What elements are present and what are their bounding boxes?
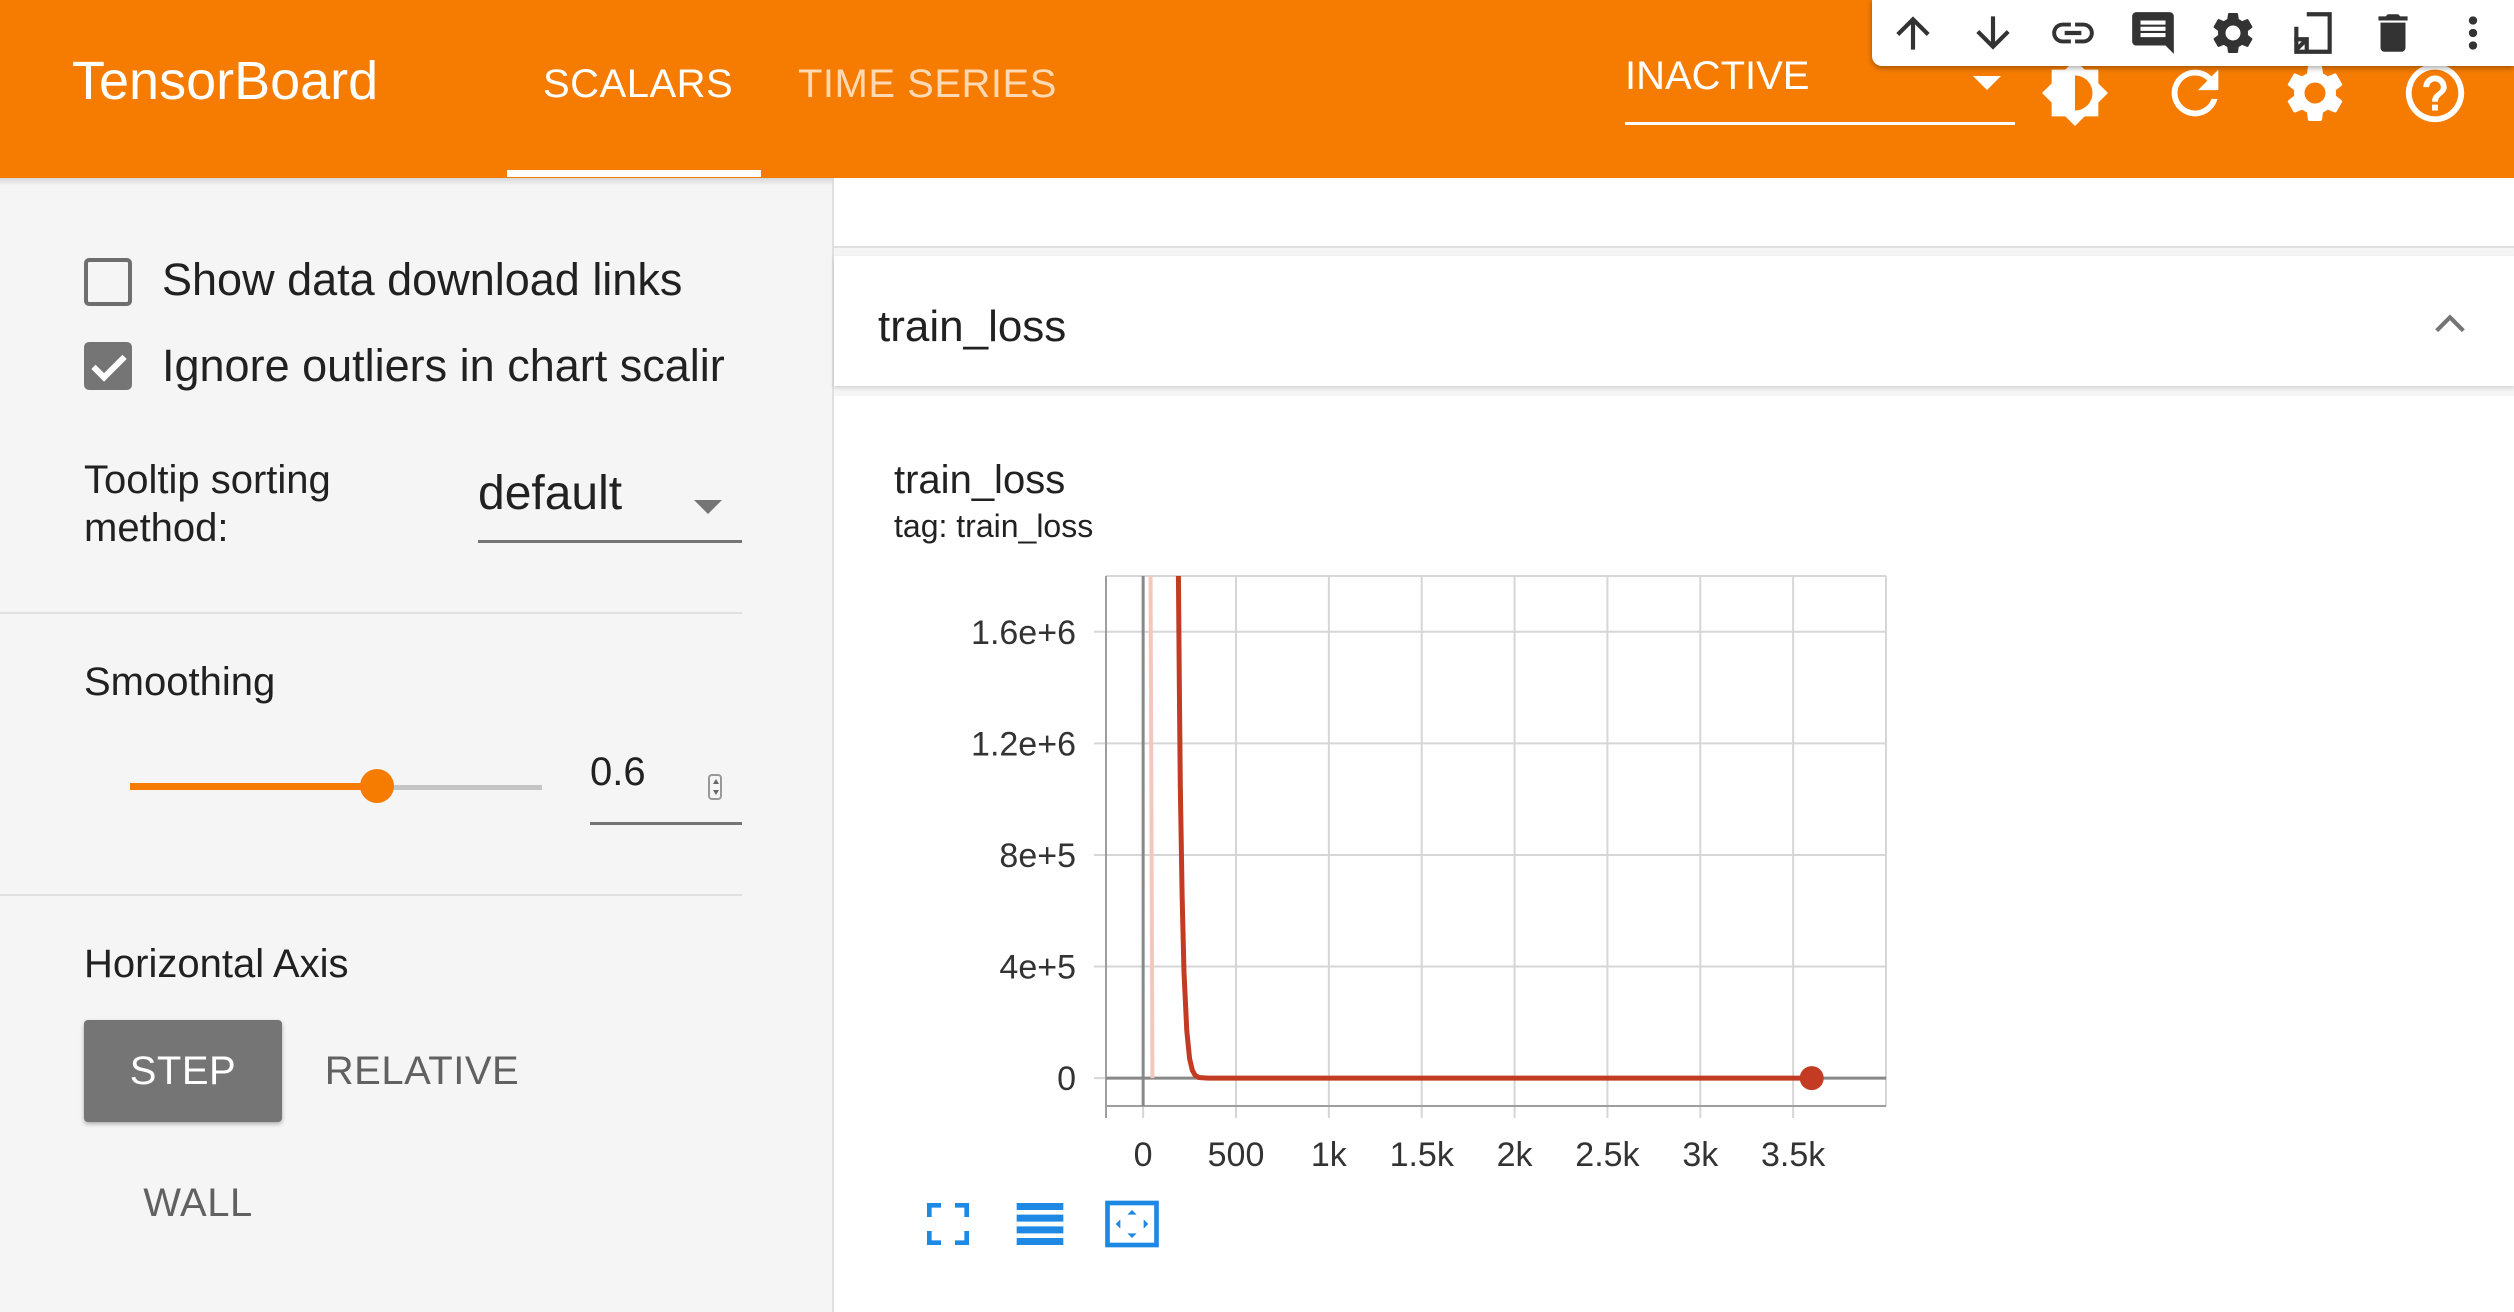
section-header[interactable]: train_loss (834, 256, 2514, 386)
floating-toolbar (1872, 0, 2514, 66)
x-tick-label: 3.5k (1761, 1136, 1826, 1174)
y-tick-label: 4e+5 (999, 949, 1076, 987)
smoothing-input[interactable]: 0.6 (590, 750, 742, 825)
x-tick-label: 1.5k (1390, 1136, 1455, 1174)
sidebar-divider (0, 894, 742, 896)
axis-wall-button[interactable]: WALL (120, 1152, 276, 1254)
tooltip-sorting-label-line2: method: (84, 506, 229, 550)
show-download-links-label[interactable]: Show data download links (162, 254, 682, 306)
open-in-new-icon[interactable] (2288, 8, 2338, 58)
series-line (1175, 576, 1812, 1081)
show-download-links-checkbox[interactable] (84, 258, 132, 306)
loss-chart[interactable]: 0 500 1k 1.5k 2k 2.5k 3k 3.5k 0 4e+5 8e+5 1.2e+6 1.6… (834, 396, 2514, 1312)
axis-relative-button[interactable]: RELATIVE (316, 1020, 528, 1122)
smoothing-slider-thumb[interactable] (360, 769, 395, 803)
toggle-y-axis-log-icon[interactable] (1012, 1196, 1068, 1252)
tooltip-sorting-label-line1: Tooltip sorting (84, 458, 331, 502)
section-title: train_loss (878, 302, 1067, 351)
x-tick-label: 0 (1134, 1136, 1153, 1174)
chevron-down-icon (1973, 76, 2001, 90)
y-tick-label: 1.6e+6 (971, 614, 1076, 652)
sidebar-divider (0, 612, 742, 614)
x-tick-label: 2.5k (1575, 1136, 1640, 1174)
x-tick-label: 3k (1682, 1136, 1719, 1174)
settings-icon[interactable] (2280, 58, 2350, 128)
horizontal-axis-label: Horizontal Axis (84, 942, 349, 986)
settings-icon[interactable] (2208, 8, 2258, 58)
ignore-outliers-label[interactable]: Ignore outliers in chart scalir (162, 340, 725, 392)
active-tab-indicator (507, 170, 761, 177)
smoothing-label: Smoothing (84, 660, 276, 704)
delete-icon[interactable] (2368, 8, 2418, 58)
spinner-icon[interactable] (708, 774, 722, 800)
chart-card: train_loss tag: train_loss 0 500 1k 1.5k 2k 2… (834, 396, 2514, 1312)
tooltip-sorting-select[interactable]: default (478, 466, 742, 543)
arrow-down-icon[interactable] (1968, 8, 2018, 58)
smoothing-slider-fill (130, 783, 378, 790)
raw-series-line (1148, 576, 1155, 1079)
x-tick-label: 500 (1208, 1136, 1265, 1174)
tab-scalars[interactable]: SCALARS (543, 62, 733, 107)
theme-icon[interactable] (2040, 58, 2110, 128)
chevron-down-icon (694, 500, 722, 514)
tooltip-sorting-value: default (478, 467, 623, 520)
link-icon[interactable] (2048, 8, 2098, 58)
axis-step-button[interactable]: STEP (84, 1020, 282, 1122)
brand-title: TensorBoard (72, 51, 379, 111)
comment-icon[interactable] (2128, 8, 2178, 58)
arrow-up-icon[interactable] (1888, 8, 1938, 58)
ignore-outliers-checkbox[interactable] (84, 342, 132, 390)
fit-domain-icon[interactable] (1104, 1196, 1160, 1252)
run-select-value: INACTIVE (1625, 54, 1810, 98)
y-tick-label: 1.2e+6 (971, 725, 1076, 763)
y-tick-label: 8e+5 (999, 837, 1076, 875)
refresh-icon[interactable] (2160, 58, 2230, 128)
x-tick-label: 1k (1311, 1136, 1348, 1174)
x-tick-label: 2k (1497, 1136, 1534, 1174)
fullscreen-icon[interactable] (920, 1196, 976, 1252)
chevron-up-icon[interactable] (2430, 304, 2470, 344)
tab-time-series[interactable]: TIME SERIES (798, 62, 1057, 107)
previous-card-bottom (834, 178, 2514, 248)
more-vert-icon[interactable] (2448, 8, 2498, 58)
smoothing-value: 0.6 (590, 750, 646, 794)
y-tick-label: 0 (1057, 1060, 1076, 1098)
help-icon[interactable] (2400, 58, 2470, 128)
series-last-point (1799, 1066, 1824, 1091)
